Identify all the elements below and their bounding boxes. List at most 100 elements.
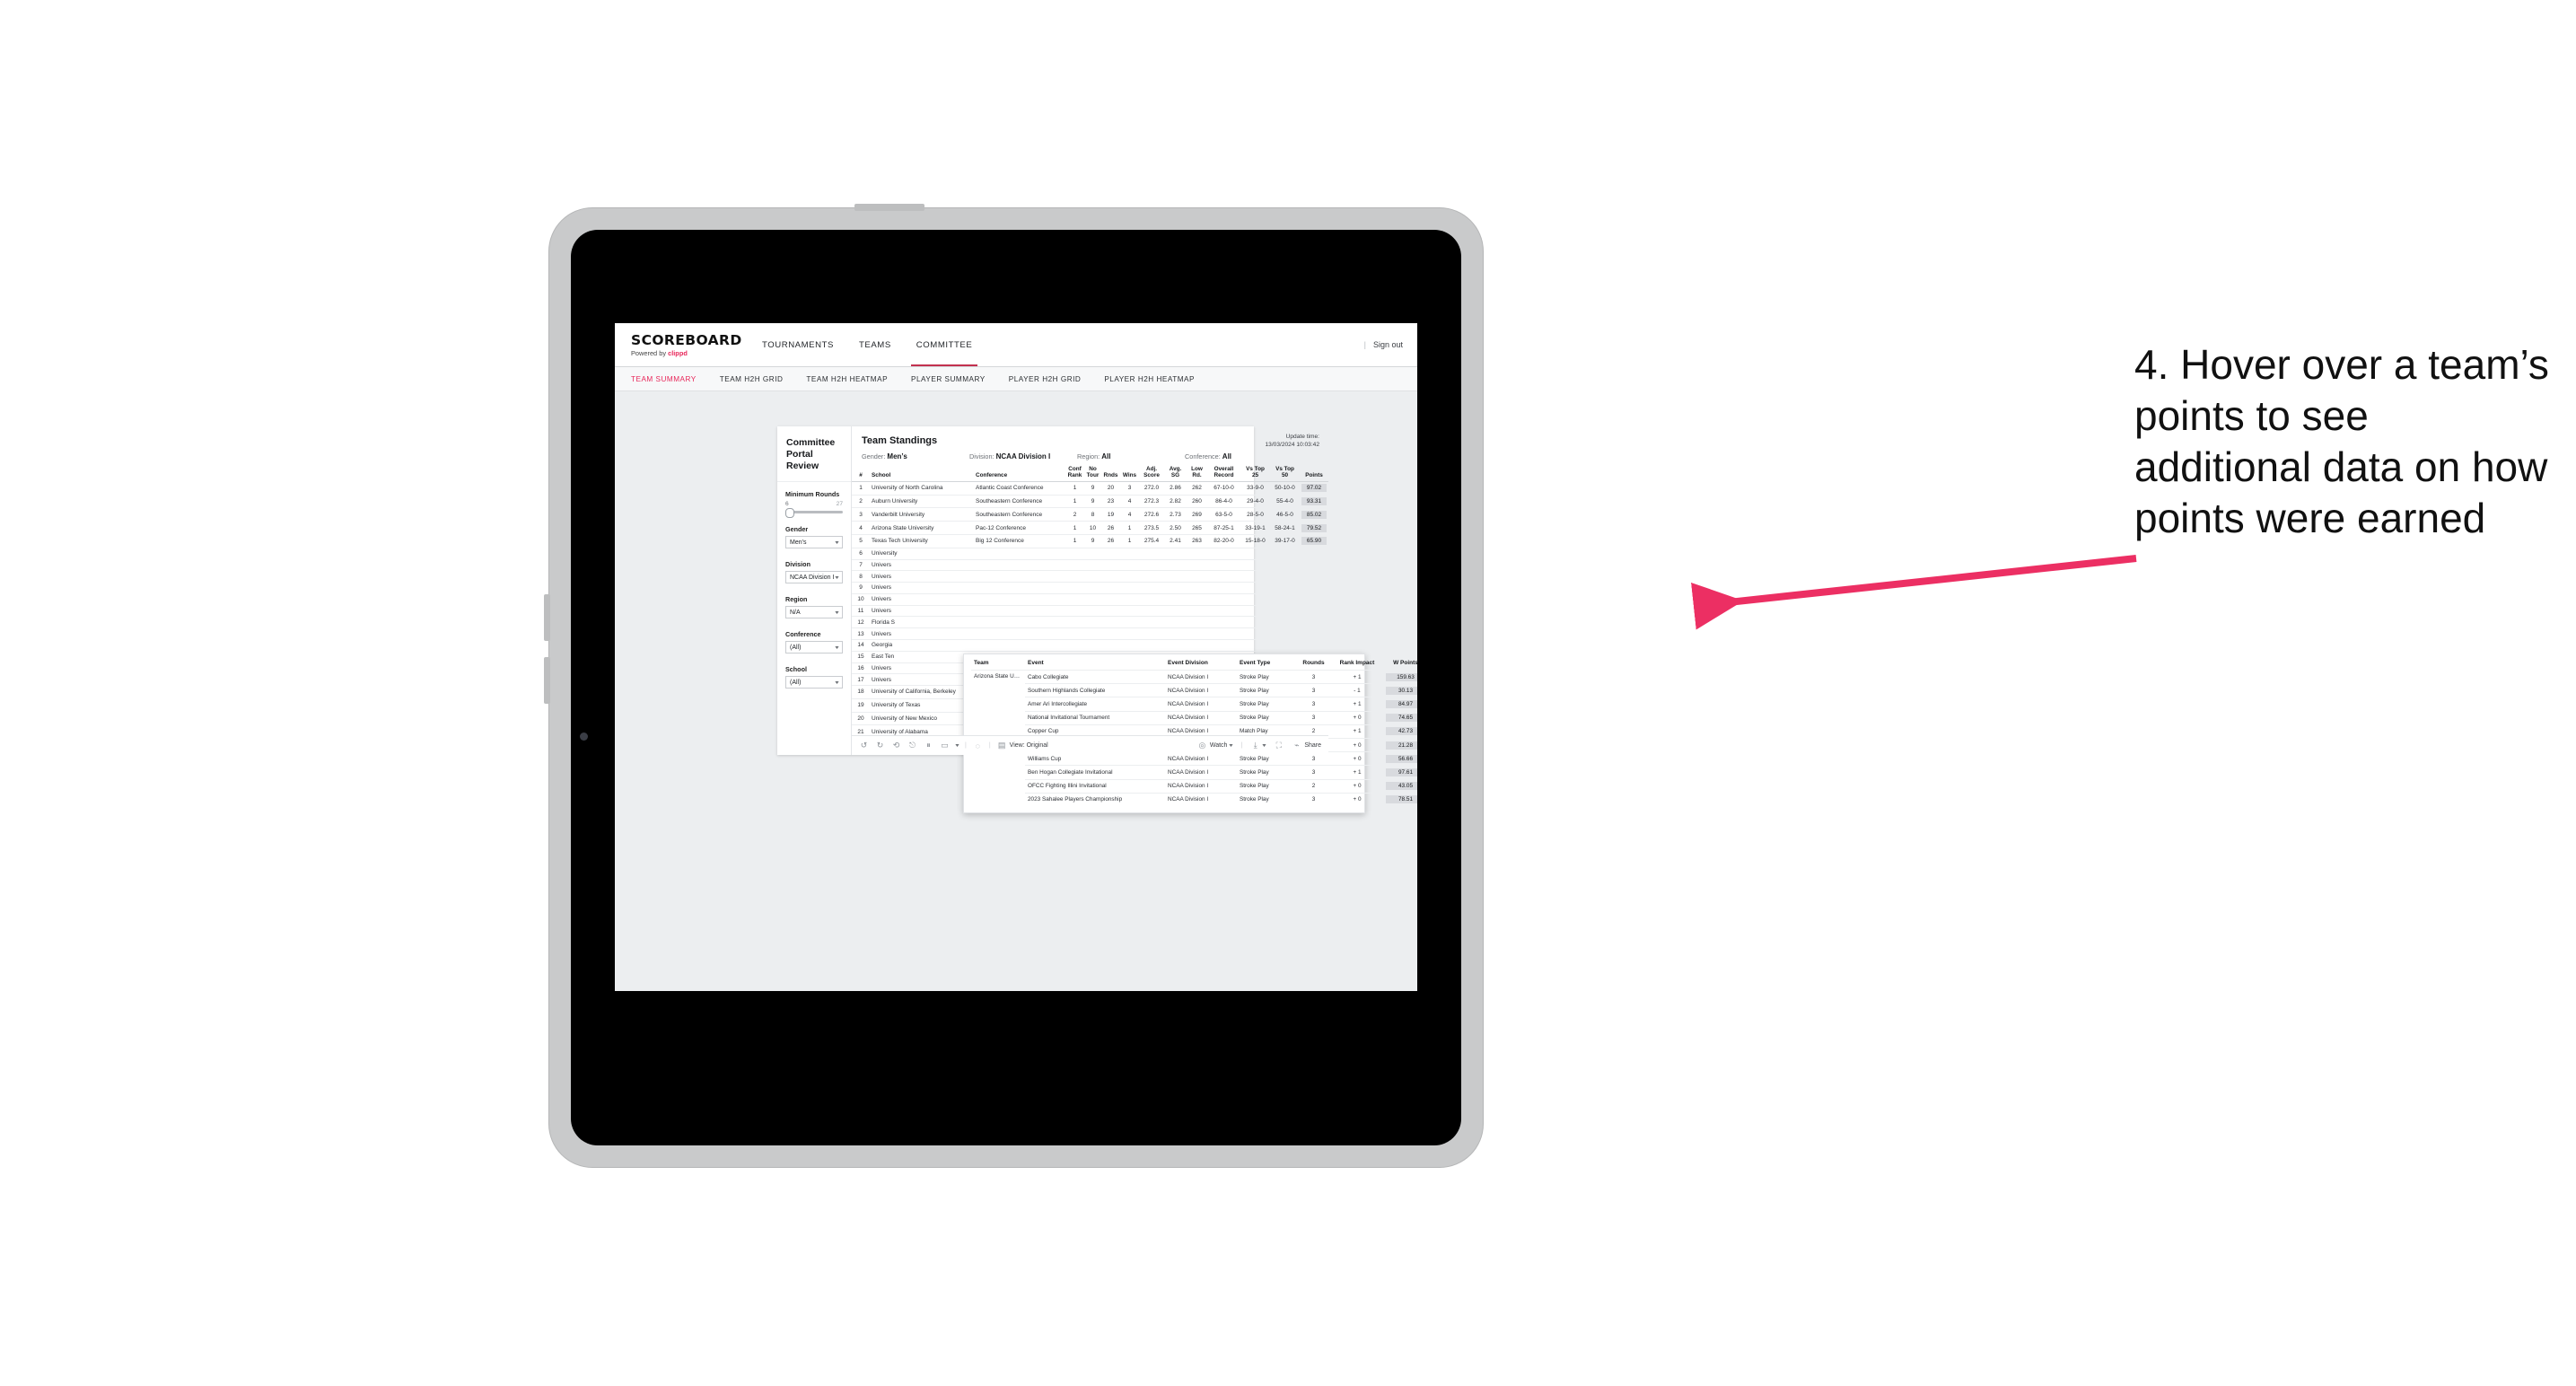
col-low-rd[interactable]: Low Rd. bbox=[1187, 466, 1207, 482]
col-conference[interactable]: Conference bbox=[974, 466, 1065, 482]
watch-button[interactable]: ◎ Watch ▾ bbox=[1197, 741, 1233, 750]
table-row[interactable]: 3 Vanderbilt University Southeastern Confe… bbox=[852, 507, 1328, 522]
toolbar-right-actions: ◎ Watch ▾ | ⤓ ▾ ⛶ ⌁ Share bbox=[1197, 741, 1321, 750]
cell-conf-rank bbox=[1065, 570, 1084, 583]
tab-team-h2h-grid[interactable]: TEAM H2H GRID bbox=[720, 375, 784, 383]
col-school[interactable]: School bbox=[870, 466, 974, 482]
nav-committee[interactable]: COMMITTEE bbox=[904, 323, 986, 366]
table-row[interactable]: 4 Arizona State University Pac-12 Conferen… bbox=[852, 521, 1328, 535]
col-points[interactable]: Points bbox=[1300, 466, 1328, 482]
cell-wins bbox=[1120, 548, 1139, 560]
volume-down-button[interactable] bbox=[544, 657, 550, 704]
cell-points[interactable] bbox=[1300, 605, 1328, 618]
power-button[interactable] bbox=[854, 204, 924, 211]
cell-points[interactable]: 93.31 bbox=[1300, 495, 1328, 509]
table-row[interactable]: 9 Univers bbox=[852, 582, 1328, 594]
col-avg-sg[interactable]: Avg. SG bbox=[1164, 466, 1187, 482]
cell-conf-rank: 2 bbox=[1065, 507, 1084, 522]
table-row[interactable]: 5 Texas Tech University Big 12 Conference 1… bbox=[852, 534, 1328, 548]
cell-school: Univers bbox=[870, 559, 974, 572]
table-row[interactable]: 2 Auburn University Southeastern Conferenc… bbox=[852, 495, 1328, 509]
tooltip-cell-w-points: 97.61 bbox=[1383, 765, 1417, 779]
sign-out-link[interactable]: Sign out bbox=[1373, 340, 1403, 349]
brand-logo[interactable]: SCOREBOARD Powered by clippd bbox=[615, 333, 741, 357]
tab-team-summary[interactable]: TEAM SUMMARY bbox=[631, 375, 697, 383]
cell-wins: 4 bbox=[1120, 495, 1139, 509]
cell-points[interactable]: 65.90 bbox=[1300, 534, 1328, 548]
col-no-tour[interactable]: No Tour bbox=[1084, 466, 1101, 482]
undo-icon[interactable]: ↺ bbox=[859, 741, 869, 750]
volume-up-button[interactable] bbox=[544, 594, 550, 641]
minimum-rounds-slider-handle[interactable] bbox=[785, 507, 794, 519]
cell-points[interactable] bbox=[1300, 559, 1328, 572]
tab-player-summary[interactable]: PLAYER SUMMARY bbox=[911, 375, 986, 383]
tooltip-row: National Invitational Tournament NCAA Div… bbox=[971, 710, 1417, 725]
redo-icon[interactable]: ↻ bbox=[875, 741, 885, 750]
table-row[interactable]: 12 Florida S bbox=[852, 616, 1328, 629]
cell-points[interactable] bbox=[1300, 570, 1328, 583]
tooltip-cell-rank-impact: + 1 bbox=[1331, 697, 1383, 712]
tab-player-h2h-heatmap[interactable]: PLAYER H2H HEATMAP bbox=[1104, 375, 1195, 383]
cell-points[interactable] bbox=[1300, 582, 1328, 594]
cell-points[interactable] bbox=[1300, 548, 1328, 560]
col-wins[interactable]: Wins bbox=[1120, 466, 1139, 482]
cell-wins: 3 bbox=[1120, 481, 1139, 496]
cell-overall-record bbox=[1207, 582, 1240, 594]
view-original-button[interactable]: ▤ View: Original bbox=[997, 741, 1048, 750]
col-rank[interactable]: # bbox=[852, 466, 870, 482]
table-row[interactable]: 14 Georgia bbox=[852, 639, 1328, 652]
col-conf-rank[interactable]: Conf Rank bbox=[1065, 466, 1084, 482]
region-select[interactable]: N/A ▾ bbox=[785, 606, 843, 618]
chevron-down-icon[interactable]: ▾ bbox=[955, 742, 959, 749]
col-vs-top-50[interactable]: Vs Top 50 bbox=[1270, 466, 1300, 482]
school-select[interactable]: (All) ▾ bbox=[785, 676, 843, 689]
cell-points[interactable] bbox=[1300, 639, 1328, 652]
col-vs-top-25[interactable]: Vs Top 25 bbox=[1240, 466, 1270, 482]
cell-points[interactable]: 79.52 bbox=[1300, 521, 1328, 535]
share-button[interactable]: ⌁ Share bbox=[1292, 741, 1321, 750]
col-overall-record[interactable]: Overall Record bbox=[1207, 466, 1240, 482]
nav-teams[interactable]: TEAMS bbox=[846, 323, 904, 366]
tooltip-cell-event-type: Stroke Play bbox=[1237, 778, 1296, 794]
undo-history-icon[interactable]: ◌ bbox=[973, 741, 983, 750]
cell-rnds bbox=[1101, 616, 1120, 629]
cell-rnds bbox=[1101, 570, 1120, 583]
table-row[interactable]: 7 Univers bbox=[852, 559, 1328, 572]
cell-no-tour: 10 bbox=[1084, 521, 1101, 535]
cell-points[interactable]: 97.02 bbox=[1300, 481, 1328, 496]
cell-rank: 7 bbox=[852, 559, 870, 572]
view-icon: ▤ bbox=[997, 741, 1006, 750]
minimum-rounds-slider[interactable] bbox=[785, 507, 843, 519]
zoom-icon[interactable]: ▭ bbox=[940, 741, 950, 750]
cell-points[interactable] bbox=[1300, 627, 1328, 640]
cell-points[interactable] bbox=[1300, 616, 1328, 629]
col-adj-score[interactable]: Adj. Score bbox=[1139, 466, 1164, 482]
download-button[interactable]: ⤓ ▾ bbox=[1250, 741, 1266, 750]
table-row[interactable]: 10 Univers bbox=[852, 593, 1328, 606]
cell-low-rd: 260 bbox=[1187, 495, 1207, 509]
pause-updates-icon[interactable]: ⏸ bbox=[924, 741, 933, 750]
cell-points[interactable] bbox=[1300, 593, 1328, 606]
tooltip-cell-rounds: 3 bbox=[1296, 710, 1331, 725]
cell-school: Vanderbilt University bbox=[870, 507, 974, 522]
tab-player-h2h-grid[interactable]: PLAYER H2H GRID bbox=[1009, 375, 1082, 383]
revert-icon[interactable]: ⟲ bbox=[891, 741, 901, 750]
table-row[interactable]: 6 University bbox=[852, 548, 1328, 560]
nav-tournaments[interactable]: TOURNAMENTS bbox=[749, 323, 846, 366]
tab-team-h2h-heatmap[interactable]: TEAM H2H HEATMAP bbox=[806, 375, 888, 383]
table-row[interactable]: 13 Univers bbox=[852, 627, 1328, 640]
tooltip-cell-event-type: Stroke Play bbox=[1237, 669, 1296, 684]
cell-wins: 4 bbox=[1120, 507, 1139, 522]
cell-conf-rank bbox=[1065, 548, 1084, 560]
gender-select[interactable]: Men’s ▾ bbox=[785, 536, 843, 548]
conference-select[interactable]: (All) ▾ bbox=[785, 641, 843, 654]
col-rnds[interactable]: Rnds bbox=[1101, 466, 1120, 482]
table-row[interactable]: 1 University of North Carolina Atlantic Co… bbox=[852, 481, 1328, 496]
table-row[interactable]: 8 Univers bbox=[852, 570, 1328, 583]
fullscreen-icon[interactable]: ⛶ bbox=[1274, 741, 1284, 750]
cell-conf-rank bbox=[1065, 605, 1084, 618]
division-select[interactable]: NCAA Division I ▾ bbox=[785, 571, 843, 583]
cell-points[interactable]: 85.02 bbox=[1300, 507, 1328, 522]
refresh-data-icon[interactable]: ⎋ bbox=[907, 741, 917, 750]
table-row[interactable]: 11 Univers bbox=[852, 605, 1328, 618]
